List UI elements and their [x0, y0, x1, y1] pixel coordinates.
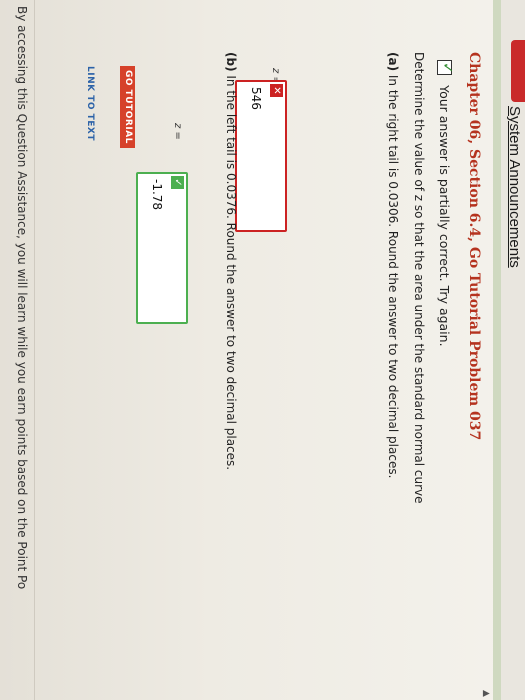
part-b-question: (b) In the left tail is 0.0376. Round th… [224, 52, 238, 470]
part-b-label: (b) [224, 52, 238, 72]
part-a-answer-input[interactable] [245, 84, 267, 230]
footer-divider [34, 0, 35, 700]
footer-text: By accessing this Question Assistance, y… [15, 6, 29, 590]
part-a-answer-box: ✕ [235, 80, 287, 232]
status-text: Your answer is partially correct. Try ag… [437, 85, 452, 347]
correct-icon: ✓ [171, 176, 184, 189]
incorrect-icon: ✕ [270, 84, 283, 97]
status-message: ✓ Your answer is partially correct. Try … [436, 60, 455, 347]
partial-check-icon: ✓ [437, 60, 455, 75]
instructions-text: Determine the value of z so that the are… [412, 52, 426, 504]
go-tutorial-button[interactable]: GO TUTORIAL [120, 66, 135, 148]
header-strip [493, 0, 501, 700]
nav-tab[interactable] [511, 40, 525, 102]
problem-page: System Announcements ▲ Chapter 06, Secti… [0, 0, 525, 700]
scroll-up-icon[interactable]: ▲ [481, 690, 491, 697]
part-a-label: (a) [386, 52, 400, 72]
part-b-answer-input[interactable] [146, 176, 168, 322]
part-b-text: In the left tail is 0.0376. Round the an… [224, 71, 238, 471]
part-a-question: (a) In the right tail is 0.0306. Round t… [386, 52, 400, 478]
part-a-text: In the right tail is 0.0306. Round the a… [386, 71, 400, 479]
part-b-z-label: z = [172, 123, 183, 140]
problem-title: Chapter 06, Section 6.4, Go Tutorial Pro… [466, 52, 482, 441]
link-to-text[interactable]: LINK TO TEXT [85, 66, 95, 141]
part-b-answer-box: ✓ [136, 172, 188, 324]
system-announcements-link[interactable]: System Announcements [506, 106, 523, 268]
top-bar: System Announcements [500, 0, 525, 700]
